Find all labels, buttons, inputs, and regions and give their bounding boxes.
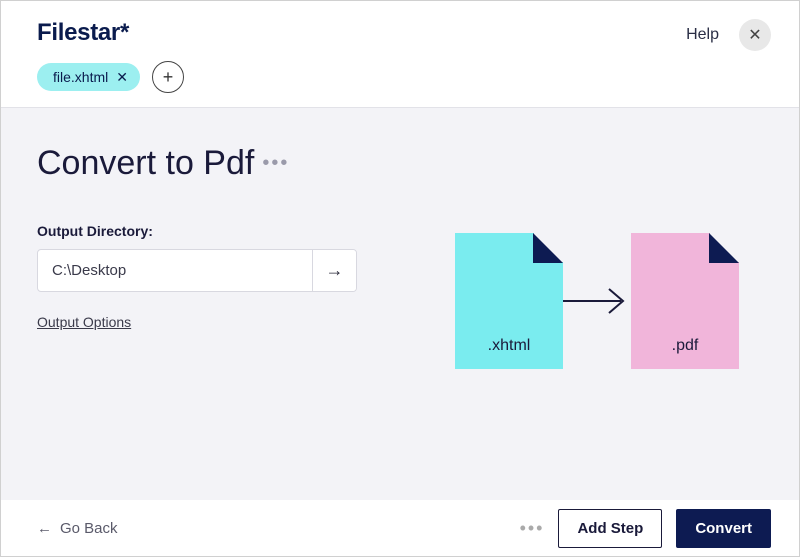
footer: ← Go Back ••• Add Step Convert: [1, 500, 799, 556]
plus-icon: +: [163, 68, 174, 86]
conversion-illustration: .xhtml .pdf: [455, 233, 739, 369]
arrow-right-icon: [561, 285, 633, 317]
header: Filestar* file.xhtml ✕ + Help ✕: [1, 1, 799, 107]
more-icon[interactable]: •••: [262, 152, 289, 175]
arrow-right-icon: →: [326, 260, 344, 281]
file-chip-label: file.xhtml: [53, 69, 108, 85]
header-left: Filestar* file.xhtml ✕ +: [37, 19, 184, 93]
output-options-link[interactable]: Output Options: [37, 314, 131, 330]
close-window-button[interactable]: ✕: [739, 19, 771, 51]
header-right: Help ✕: [686, 19, 771, 51]
convert-button[interactable]: Convert: [676, 509, 771, 548]
go-back-button[interactable]: ← Go Back: [37, 520, 118, 537]
file-chip[interactable]: file.xhtml ✕: [37, 63, 140, 91]
target-ext-label: .pdf: [672, 337, 699, 355]
source-ext-label: .xhtml: [488, 337, 531, 355]
help-link[interactable]: Help: [686, 26, 719, 44]
target-file-icon: .pdf: [631, 233, 739, 369]
output-dir-group: →: [37, 249, 357, 292]
page-title: Convert to Pdf: [37, 144, 254, 183]
arrow-left-icon: ←: [37, 520, 52, 537]
output-settings: Output Directory: → Output Options: [37, 223, 357, 332]
output-dir-label: Output Directory:: [37, 223, 357, 239]
content-row: Output Directory: → Output Options .xhtm…: [37, 223, 763, 369]
source-file-icon: .xhtml: [455, 233, 563, 369]
file-chip-row: file.xhtml ✕ +: [37, 61, 184, 93]
go-back-label: Go Back: [60, 520, 118, 537]
page-title-row: Convert to Pdf •••: [37, 144, 763, 183]
app-title: Filestar*: [37, 19, 184, 47]
main-panel: Convert to Pdf ••• Output Directory: → O…: [1, 107, 799, 501]
add-file-button[interactable]: +: [152, 61, 184, 93]
close-icon: ✕: [748, 25, 761, 45]
close-icon[interactable]: ✕: [116, 70, 128, 84]
add-step-button[interactable]: Add Step: [558, 509, 662, 548]
footer-right: ••• Add Step Convert: [520, 509, 771, 548]
more-icon[interactable]: •••: [520, 518, 545, 539]
browse-dir-button[interactable]: →: [312, 250, 356, 291]
output-dir-input[interactable]: [38, 250, 312, 291]
